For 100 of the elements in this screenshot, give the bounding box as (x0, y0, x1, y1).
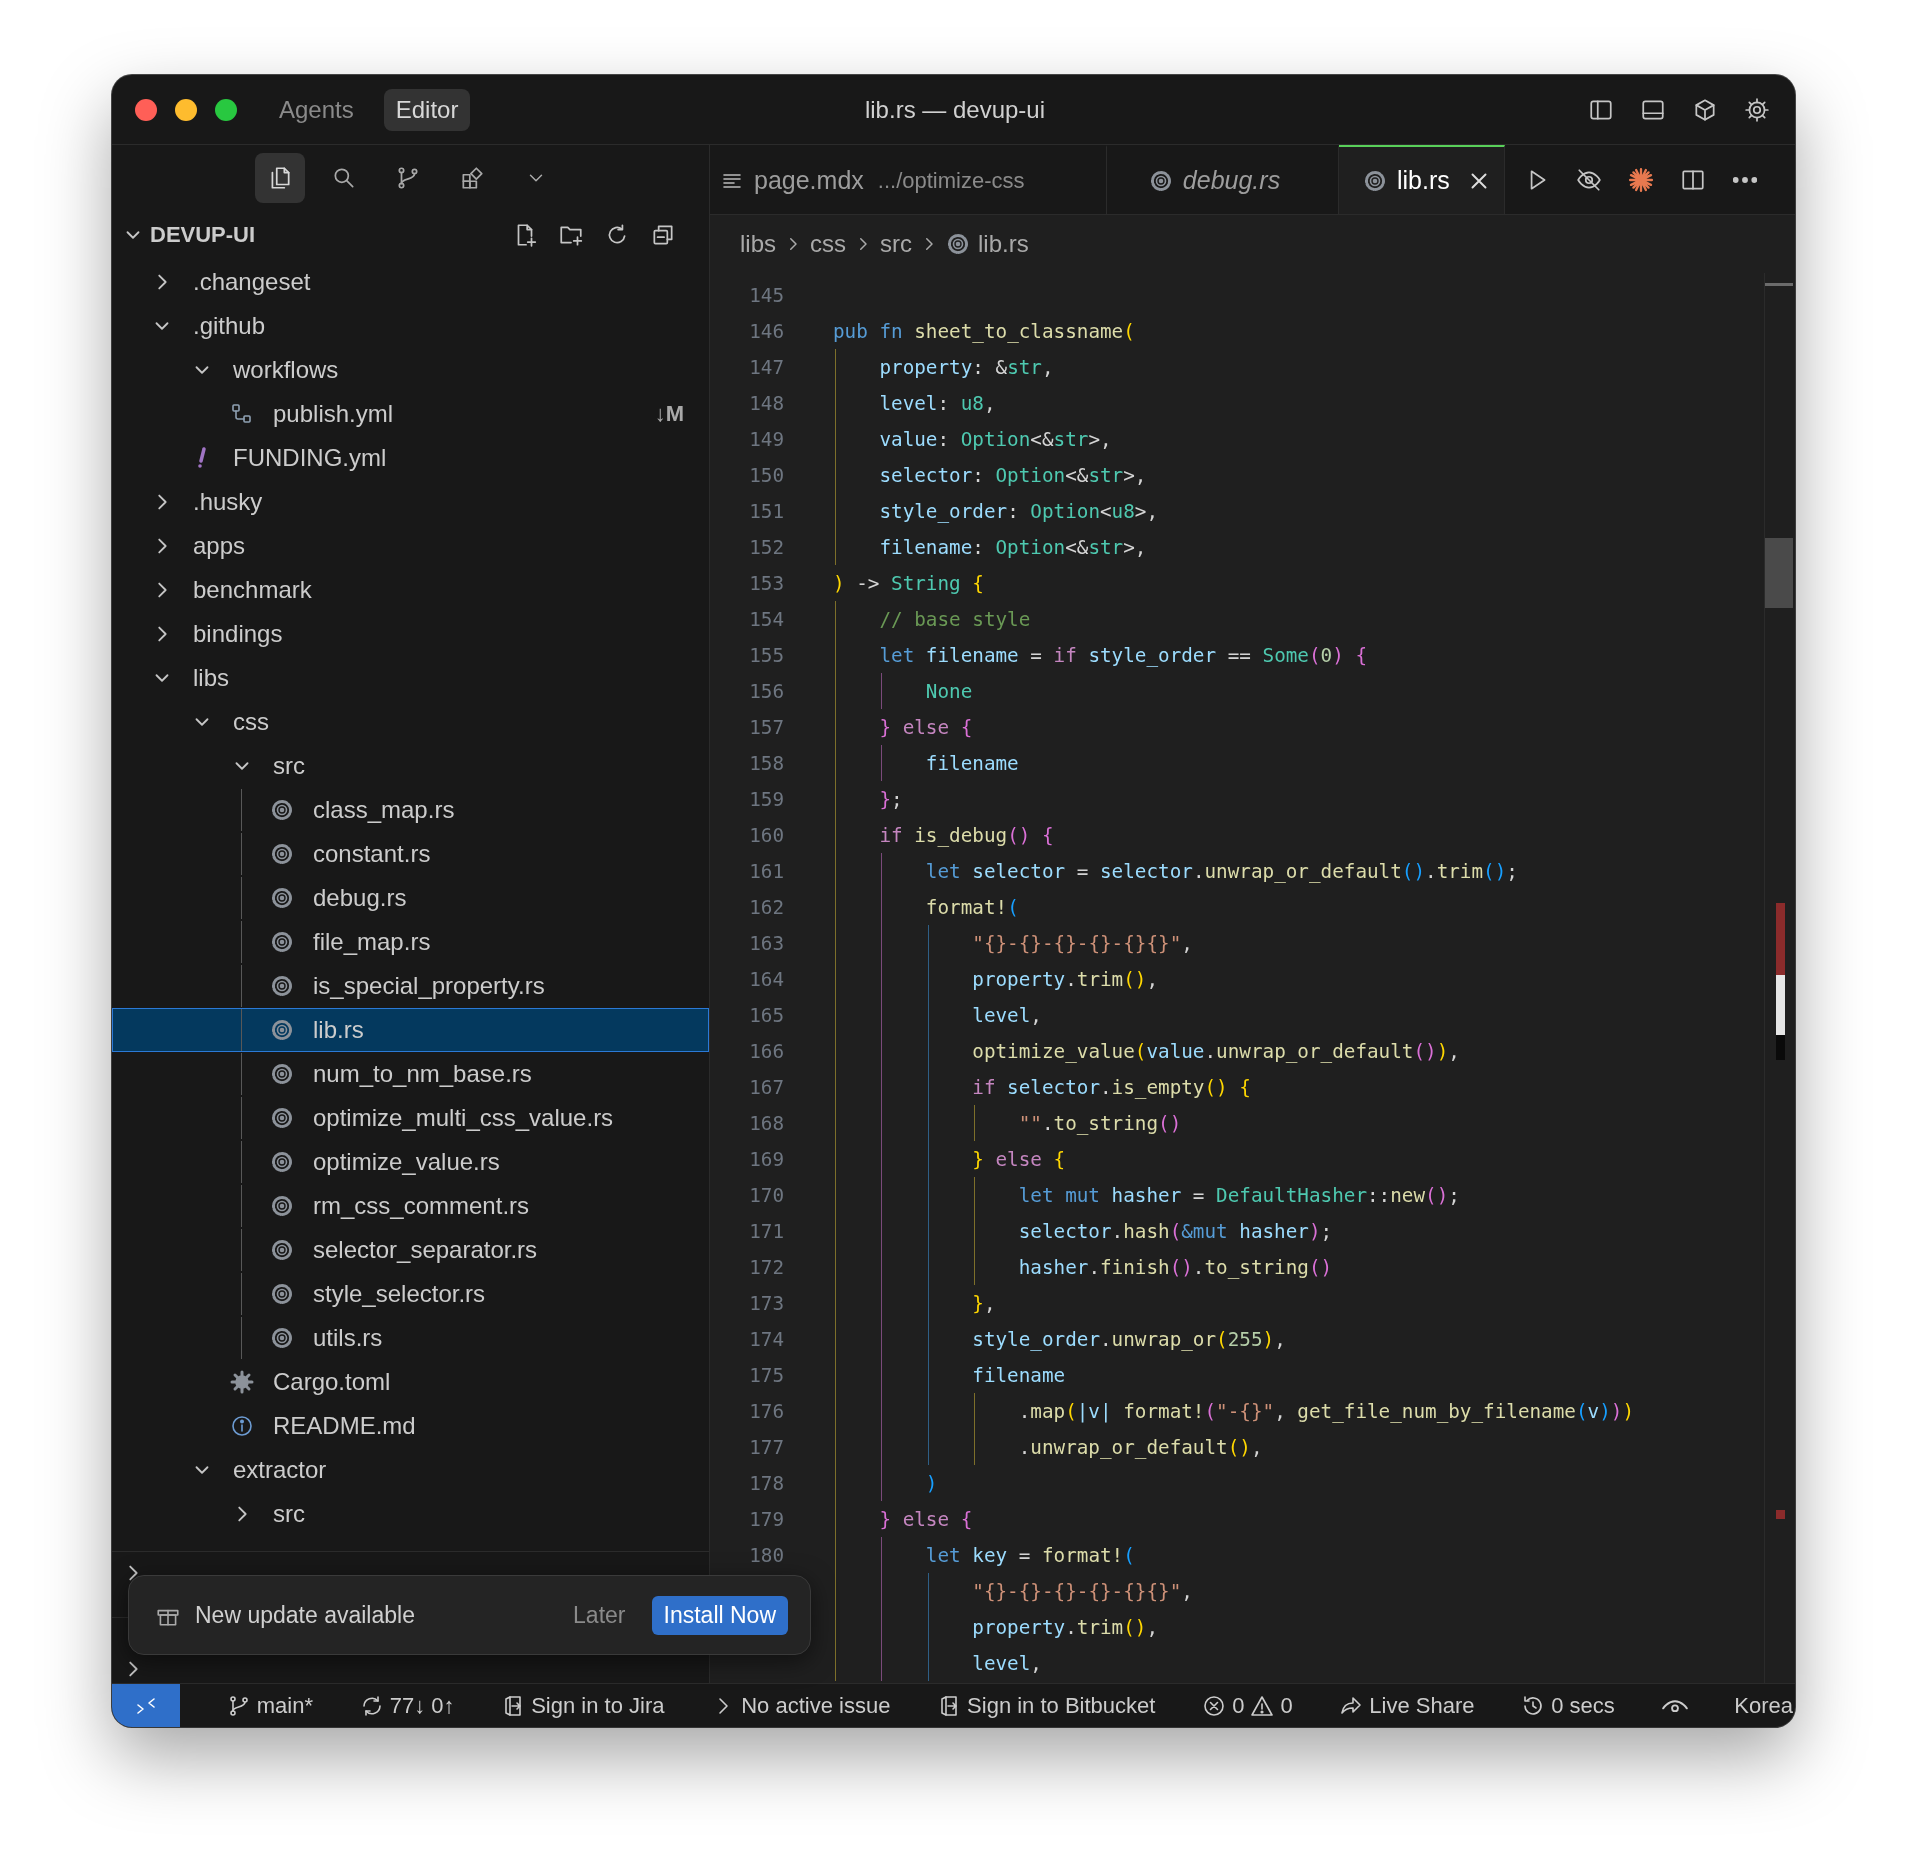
tree-item[interactable]: debug.rs (112, 876, 709, 920)
code-line: filename (972, 1363, 1066, 1387)
code-line: format!( (925, 895, 1019, 919)
code-line: "".to_string() (1018, 1111, 1182, 1135)
tree-item[interactable]: publish.yml ↓M (112, 392, 709, 436)
tree-item[interactable]: README.md (112, 1404, 709, 1448)
breadcrumb-item[interactable]: lib.rs (978, 230, 1029, 258)
file-tab[interactable]: page.mdx .../optimize-css (710, 145, 1107, 214)
line-number: 177 (749, 1435, 784, 1459)
text-button[interactable]: Later (561, 1595, 638, 1635)
line-number: 150 (749, 463, 784, 487)
tree-item[interactable]: constant.rs (112, 832, 709, 876)
line-number: 155 (749, 643, 784, 667)
tree-item[interactable]: FUNDING.yml (112, 436, 709, 480)
tree-item[interactable]: is_special_property.rs (112, 964, 709, 1008)
line-number: 179 (749, 1507, 784, 1531)
notification-message: New update available (195, 1601, 415, 1629)
tree-item[interactable]: workflows (112, 348, 709, 392)
line-number: 152 (749, 535, 784, 559)
code-line: "{}-{}-{}-{}-{}{}", (972, 1579, 1193, 1603)
jira-sign-in-button[interactable]: Sign in to Jira (501, 1684, 665, 1727)
code-line: property.trim(), (972, 967, 1159, 991)
tree-item[interactable]: .husky (112, 480, 709, 524)
code-line: "{}-{}-{}-{}-{}{}", (972, 931, 1193, 955)
code-line: selector: Option<&str>, (879, 463, 1147, 487)
breadcrumb-item[interactable]: css (810, 230, 846, 258)
breadcrumb-item[interactable]: libs (740, 230, 776, 258)
time-tracker-button[interactable]: 0 secs (1521, 1684, 1615, 1727)
code-line: None (925, 679, 973, 703)
line-number: 165 (749, 1003, 784, 1027)
git-status-label: ↓M (654, 401, 684, 427)
issue-button[interactable]: No active issue (711, 1684, 891, 1727)
tree-item[interactable]: rm_css_comment.rs (112, 1184, 709, 1228)
bitbucket-sign-in-button[interactable]: Sign in to Bitbucket (937, 1684, 1156, 1727)
code-line: property: &str, (879, 355, 1054, 379)
tree-item[interactable]: optimize_value.rs (112, 1140, 709, 1184)
tree-item[interactable]: optimize_multi_css_value.rs (112, 1096, 709, 1140)
mode-tab[interactable]: Agents (267, 88, 366, 131)
code-line: filename: Option<&str>, (879, 535, 1147, 559)
line-number: 175 (749, 1363, 784, 1387)
line-number: 174 (749, 1327, 784, 1351)
code-line: } else { (879, 1507, 973, 1531)
file-tab[interactable]: lib.rs (1339, 145, 1505, 214)
live-share-button[interactable]: Live Share (1339, 1684, 1475, 1727)
code-line: level, (972, 1651, 1042, 1675)
tree-item[interactable]: Cargo.toml (112, 1360, 709, 1404)
code-line: let key = format!( (925, 1543, 1135, 1567)
branch-button[interactable]: main* (226, 1684, 313, 1727)
tree-item[interactable]: utils.rs (112, 1316, 709, 1360)
line-number: 154 (749, 607, 784, 631)
code-line: if selector.is_empty() { (972, 1075, 1251, 1099)
tree-item[interactable]: libs (112, 656, 709, 700)
tree-item[interactable]: lib.rs (112, 1008, 709, 1052)
tree-item[interactable]: src (112, 1492, 709, 1536)
tree-item[interactable]: class_map.rs (112, 788, 709, 832)
code-line: pub fn sheet_to_classname( (833, 319, 1135, 343)
code-line: } else { (879, 715, 973, 739)
tree-item[interactable]: file_map.rs (112, 920, 709, 964)
mode-tab[interactable]: Editor (383, 88, 471, 131)
code-line: let mut hasher = DefaultHasher::new(); (1018, 1183, 1460, 1207)
code-line: }; (879, 787, 903, 811)
window-title: lib.rs — devup-ui (864, 95, 1046, 124)
tree-item[interactable]: num_to_nm_base.rs (112, 1052, 709, 1096)
line-number: 148 (749, 391, 784, 415)
tree-item[interactable]: apps (112, 524, 709, 568)
tree-item[interactable]: .github (112, 304, 709, 348)
breadcrumb-item[interactable]: src (880, 230, 912, 258)
primary-button[interactable]: Install Now (651, 1595, 788, 1635)
code-line: hasher.finish().to_string() (1018, 1255, 1333, 1279)
tree-item[interactable]: src (112, 744, 709, 788)
code-line: }, (972, 1291, 996, 1315)
tree-item[interactable]: selector_separator.rs (112, 1228, 709, 1272)
line-number: 159 (749, 787, 784, 811)
line-number: 178 (749, 1471, 784, 1495)
tree-item[interactable]: extractor (112, 1448, 709, 1492)
code-line: selector.hash(&mut hasher); (1018, 1219, 1333, 1243)
code-line: style_order: Option<u8>, (879, 499, 1159, 523)
line-number: 169 (749, 1147, 784, 1171)
tree-item[interactable]: benchmark (112, 568, 709, 612)
line-number: 170 (749, 1183, 784, 1207)
tree-item[interactable]: css (112, 700, 709, 744)
tree-item[interactable]: style_selector.rs (112, 1272, 709, 1316)
code-line: let filename = if style_order == Some(0) { (879, 643, 1367, 667)
tree-item[interactable]: .changeset (112, 260, 709, 304)
code-line: if is_debug() { (879, 823, 1054, 847)
code-line: .map(|v| format!("-{}", get_file_num_by_filename(v))) (1018, 1399, 1634, 1423)
line-number: 157 (749, 715, 784, 739)
code-line: filename (925, 751, 1019, 775)
line-number: 146 (749, 319, 784, 343)
language-button[interactable]: Korea (1734, 1684, 1793, 1727)
sync-button[interactable]: 77↓ 0↑ (359, 1684, 455, 1727)
line-number: 153 (749, 571, 784, 595)
explorer-header[interactable]: DEVUP-UI (122, 222, 256, 248)
tree-item[interactable]: bindings (112, 612, 709, 656)
code-line: ) -> String { (833, 571, 984, 595)
code-line: level: u8, (879, 391, 996, 415)
line-number: 145 (749, 283, 784, 307)
problems-button[interactable]: 0 0 (1202, 1684, 1293, 1727)
line-number: 180 (749, 1543, 784, 1567)
line-number: 149 (749, 427, 784, 451)
